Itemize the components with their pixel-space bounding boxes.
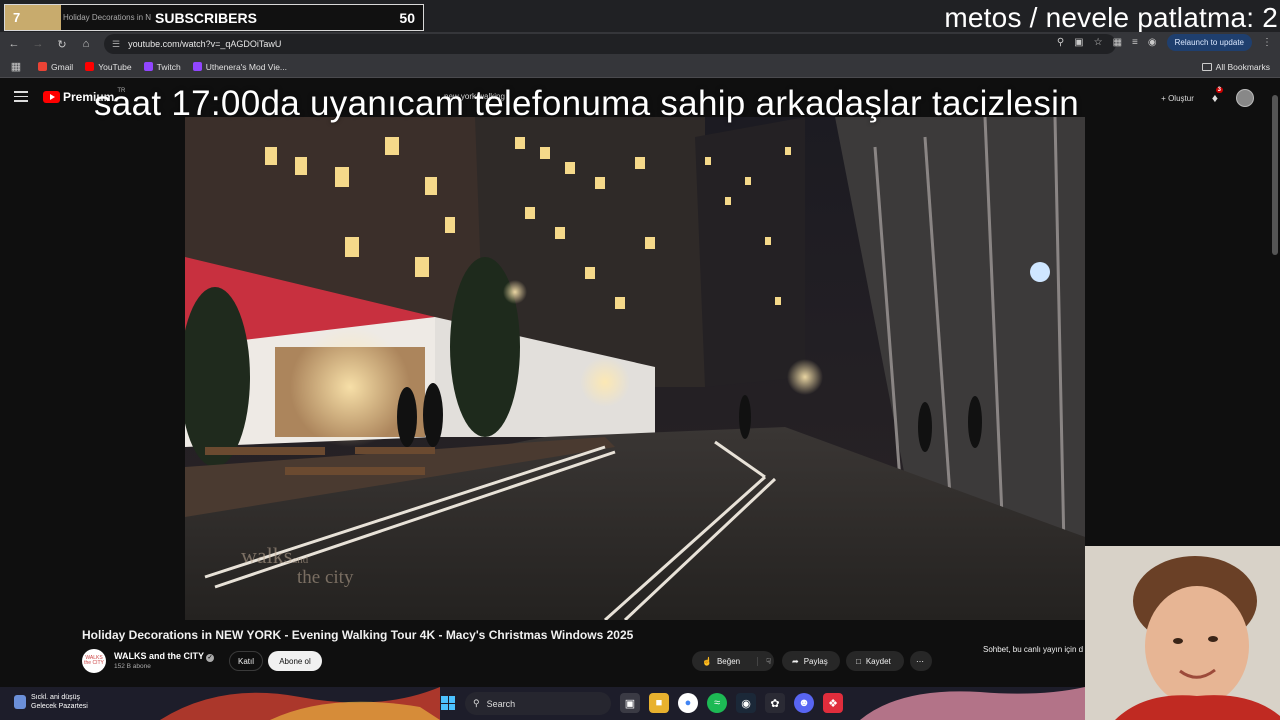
verified-icon: ✓ (206, 654, 214, 662)
bookmark-twitch[interactable]: Twitch (143, 61, 181, 72)
like-button[interactable]: ☝ Beğen ☟ (692, 651, 774, 671)
taskbar-apps: ▣ ■ ● ≈ ◉ ✿ ☻ ❖ (620, 693, 843, 713)
share-button[interactable]: ➦ Paylaş (782, 651, 840, 671)
zoom-icon[interactable]: ⚲ (1057, 37, 1064, 48)
discord-icon[interactable]: ☻ (794, 693, 814, 713)
weather-line: Sıckl. ani düşüş (31, 694, 81, 701)
bookmark-label: Uthenera's Mod Vie... (205, 61, 288, 72)
bookmark-label: Gmail (51, 61, 74, 72)
channel-avatar[interactable]: WALKS the CITY (82, 649, 106, 673)
weather-line: Gelecek Pazartesi (31, 703, 88, 710)
bookmarks-bar: ▦ Gmail YouTube Twitch Uthenera's Mod Vi… (0, 56, 1280, 78)
twitch-icon (192, 62, 202, 71)
task-view-icon[interactable]: ▣ (620, 693, 640, 713)
youtube-header-actions: + Oluştur ♦ 3 (1161, 87, 1254, 107)
channel-name-text: WALKS and the CITY (114, 651, 204, 661)
subscribe-button[interactable]: Abone ol (268, 651, 322, 671)
watermark-and: and (292, 554, 309, 566)
chat-disabled-notice: Sohbet, bu canlı yayın için d (983, 645, 1084, 654)
gmail-icon (38, 62, 47, 71)
avatar[interactable] (1236, 89, 1254, 107)
stream-ticker-text: metos / nevele patlatma: 2 (944, 2, 1278, 33)
taskbar-search-label: Search (486, 698, 516, 709)
extensions-icon[interactable]: ▦ (1113, 37, 1122, 48)
reading-list-icon[interactable]: ≡ (1132, 37, 1138, 48)
chrome-icon[interactable]: ● (678, 693, 698, 713)
browser-toolbar-actions: ⚲ ▣ ☆ ▦ ≡ ◉ Relaunch to update ⋮ (1057, 34, 1272, 51)
reload-icon[interactable]: ↻ (52, 34, 72, 54)
bookmark-youtube[interactable]: YouTube (85, 61, 132, 72)
windows-taskbar: Sıckl. ani düşüş Gelecek Pazartesi ⚲ Sea… (0, 687, 1085, 720)
file-explorer-icon[interactable]: ■ (649, 693, 669, 713)
save-label: Kaydet (865, 656, 891, 666)
back-icon[interactable]: ← (4, 34, 24, 54)
apps-grid-icon[interactable]: ▦ (6, 57, 26, 77)
subscribers-count: 50 (399, 9, 415, 26)
spotify-icon[interactable]: ≈ (707, 693, 727, 713)
create-label: Oluştur (1168, 93, 1194, 103)
webcam-overlay (1085, 546, 1280, 720)
browser-tab-title[interactable]: Holiday Decorations in N (63, 13, 155, 22)
save-button[interactable]: □ Kaydet (846, 651, 904, 671)
all-bookmarks[interactable]: All Bookmarks (1201, 56, 1270, 78)
thumbs-up-icon: ☝ (702, 656, 712, 666)
app-icon[interactable]: ✿ (765, 693, 785, 713)
video-watermark: walksand the city (241, 545, 354, 588)
bookmark-icon: □ (856, 656, 861, 666)
notification-count: 3 (1215, 87, 1223, 93)
search-icon: ⚲ (473, 698, 480, 708)
site-settings-icon[interactable]: ☰ (112, 39, 120, 50)
bookmark-star-icon[interactable]: ☆ (1094, 37, 1103, 48)
more-actions-button[interactable]: ⋯ (910, 651, 932, 671)
subscribers-label: SUBSCRIBERS (155, 9, 257, 26)
create-button[interactable]: + Oluştur (1161, 94, 1194, 103)
relaunch-button[interactable]: Relaunch to update (1166, 34, 1252, 51)
subscriber-number: 7 (5, 5, 61, 30)
share-label: Paylaş (803, 656, 828, 666)
bookmark-label: YouTube (98, 61, 132, 72)
bookmark-mod-viewer[interactable]: Uthenera's Mod Vie... (192, 61, 288, 72)
like-label: Beğen (716, 656, 741, 666)
screen: 7 Holiday Decorations in N SUBSCRIBERS 5… (0, 0, 1280, 720)
install-app-icon[interactable]: ▣ (1074, 37, 1083, 48)
address-bar-url: youtube.com/watch?v=_qAGDOiTawU (128, 39, 282, 49)
share-icon: ➦ (792, 656, 799, 666)
twitch-icon (143, 62, 153, 71)
webcam-image (1085, 546, 1280, 720)
all-bookmarks-label: All Bookmarks (1215, 62, 1270, 72)
profile-icon[interactable]: ◉ (1148, 37, 1157, 48)
video-player[interactable]: walksand the city (185, 117, 1085, 620)
video-title: Holiday Decorations in NEW YORK - Evenin… (82, 628, 634, 642)
thumbs-down-icon[interactable]: ☟ (757, 656, 771, 666)
watermark-line: walks (241, 543, 293, 568)
address-bar[interactable]: ☰ youtube.com/watch?v=_qAGDOiTawU (104, 34, 1116, 54)
channel-name[interactable]: WALKS and the CITY ✓ (114, 651, 214, 662)
forward-icon[interactable]: → (28, 34, 48, 54)
steam-icon[interactable]: ◉ (736, 693, 756, 713)
video-frame (185, 117, 1085, 620)
browser-menu-icon[interactable]: ⋮ (1262, 37, 1272, 48)
taskbar-search[interactable]: ⚲ Search (465, 692, 611, 715)
menu-icon[interactable] (14, 91, 28, 105)
streaming-app-icon[interactable]: ❖ (823, 693, 843, 713)
weather-text: Sıckl. ani düşüş Gelecek Pazartesi (31, 693, 88, 711)
folder-icon (1201, 63, 1212, 71)
stream-caption: saat 17:00da uyanıcam telefonuma sahip a… (94, 84, 1079, 123)
youtube-icon (85, 62, 95, 71)
join-button[interactable]: Katıl (229, 651, 263, 671)
bookmark-gmail[interactable]: Gmail (38, 62, 73, 72)
watermark-line: the city (297, 567, 354, 588)
weather-widget[interactable]: Sıckl. ani düşüş Gelecek Pazartesi (14, 693, 88, 711)
subscriber-counter-overlay: 7 Holiday Decorations in N SUBSCRIBERS 5… (4, 4, 424, 31)
weather-icon (14, 695, 26, 709)
windows-start-icon[interactable] (441, 696, 455, 710)
notifications-icon[interactable]: ♦ 3 (1212, 87, 1223, 105)
home-icon[interactable]: ⌂ (76, 34, 96, 54)
youtube-play-icon (43, 91, 60, 103)
bookmark-label: Twitch (156, 61, 181, 72)
channel-subscriber-count: 152 B abone (114, 663, 151, 670)
scrollbar-thumb[interactable] (1272, 95, 1278, 255)
